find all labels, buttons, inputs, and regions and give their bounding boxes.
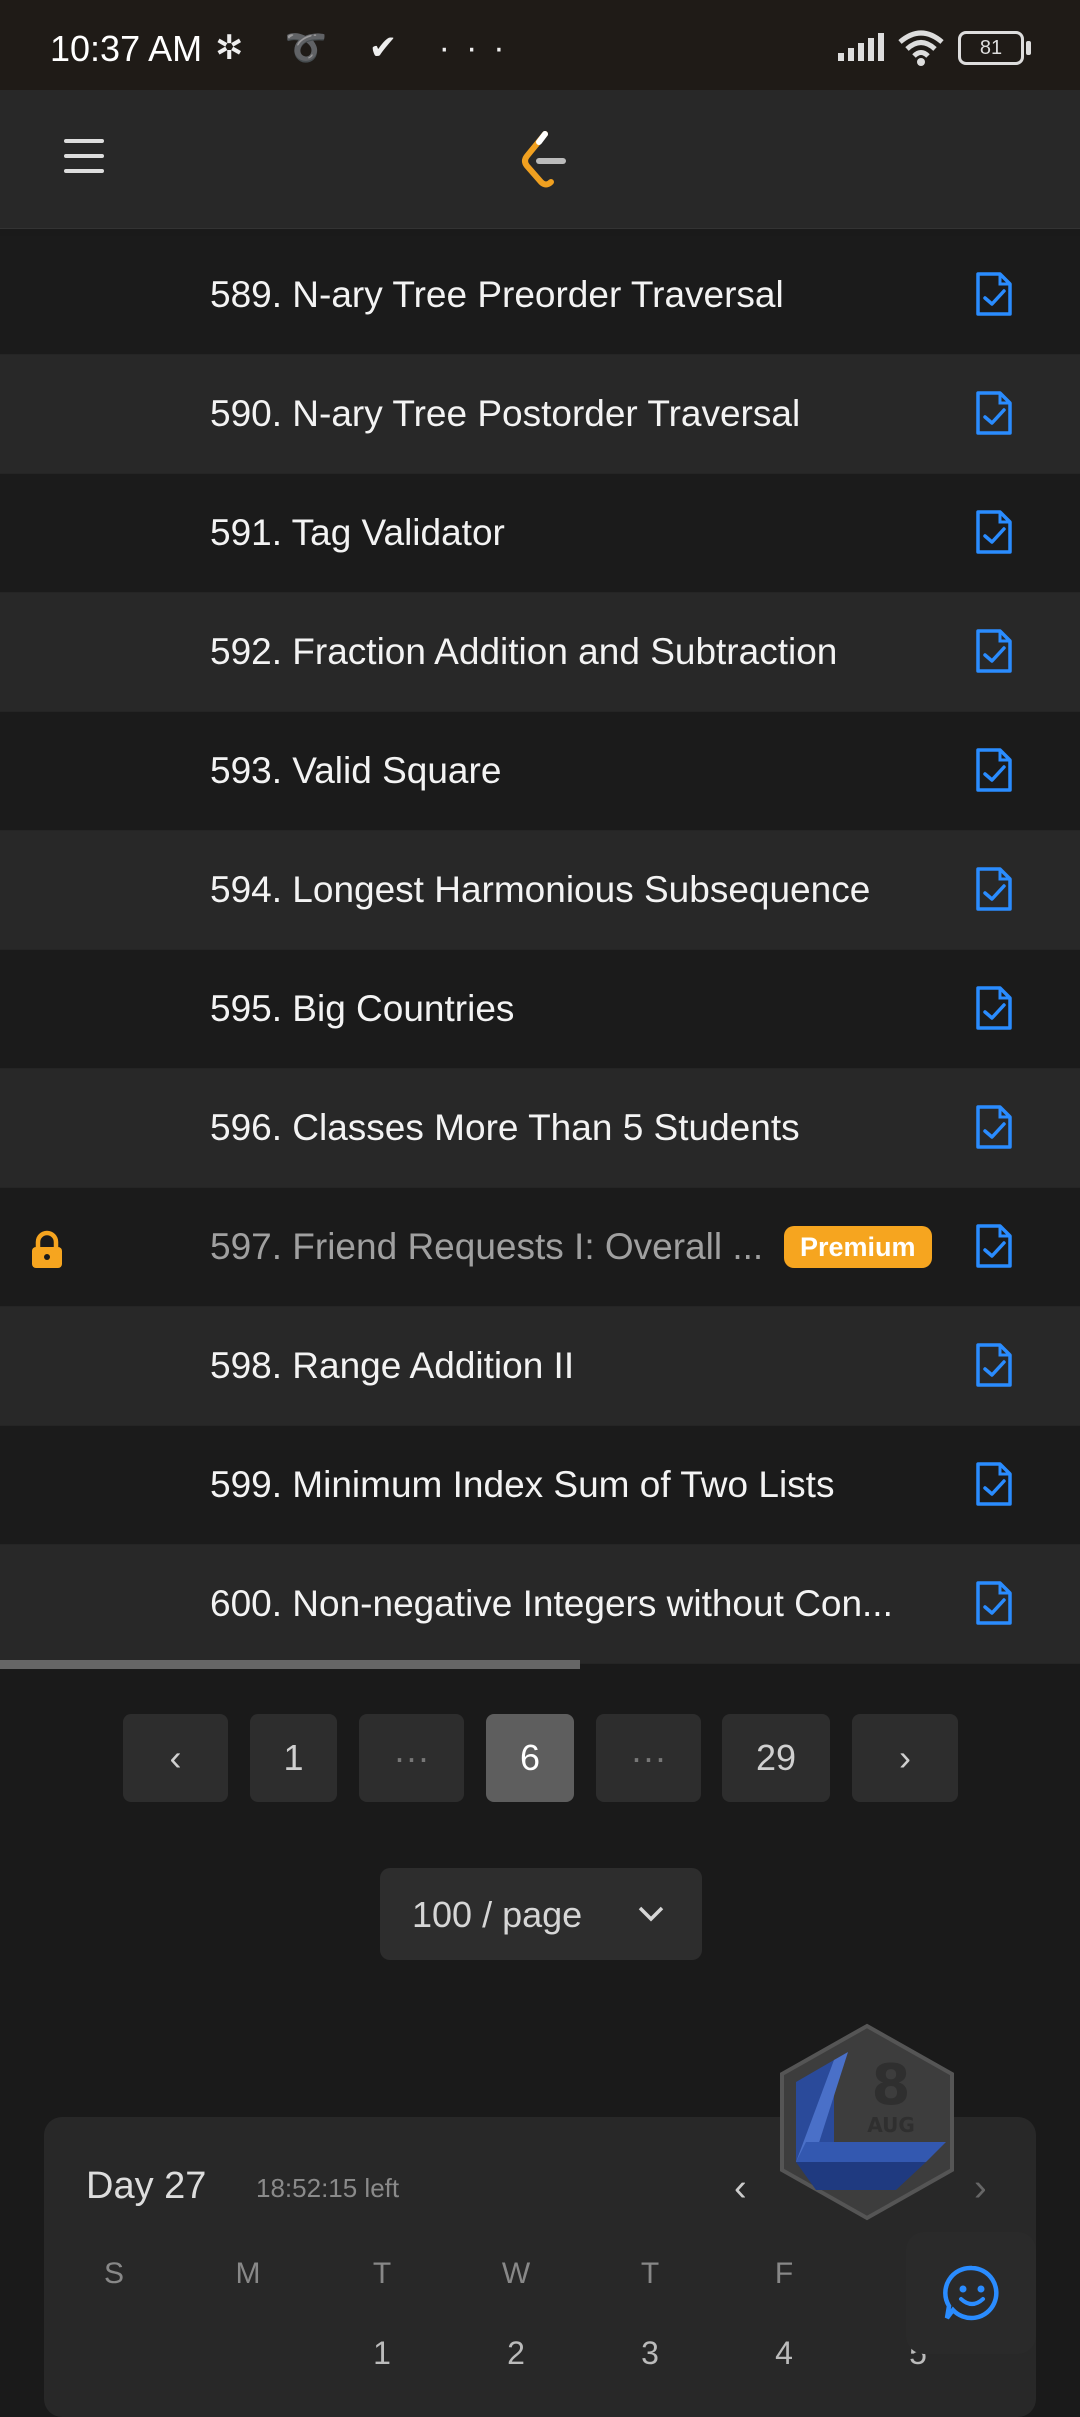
solution-document-icon[interactable] [974, 746, 1014, 794]
calendar-date[interactable]: 3 [620, 2335, 680, 2372]
problem-title[interactable]: 597. Friend Requests I: Overall ... [210, 1226, 763, 1268]
status-right: 81 [836, 30, 1031, 66]
solution-document-icon[interactable] [974, 508, 1014, 556]
problem-row[interactable]: 595. Big Countries [0, 950, 1080, 1069]
problem-row[interactable]: 598. Range Addition II [0, 1307, 1080, 1426]
page-size-label: 100 / page [412, 1894, 583, 1935]
problem-row[interactable]: 589. N-ary Tree Preorder Traversal [0, 236, 1080, 355]
problem-row[interactable]: 597. Friend Requests I: Overall ... Premi… [0, 1188, 1080, 1307]
solution-document-icon[interactable] [974, 865, 1014, 913]
status-time: 10:37 AM [50, 28, 203, 69]
battery-icon: 81 [958, 31, 1031, 65]
solution-document-icon[interactable] [974, 1460, 1014, 1508]
monthly-medal-icon[interactable]: 8 AUG [776, 2022, 958, 2222]
calendar-weekday: M [235, 2257, 261, 2290]
problem-title[interactable]: 589. N-ary Tree Preorder Traversal [210, 274, 784, 316]
problem-row[interactable]: 594. Longest Harmonious Subsequence [0, 831, 1080, 950]
problem-title[interactable]: 596. Classes More Than 5 Students [210, 1107, 800, 1149]
problem-title[interactable]: 599. Minimum Index Sum of Two Lists [210, 1464, 834, 1506]
wifi-icon [898, 30, 944, 66]
calendar-weekday: W [501, 2257, 531, 2290]
problem-title[interactable]: 600. Non-negative Integers without Con..… [210, 1583, 893, 1625]
solution-document-icon[interactable] [974, 1222, 1014, 1270]
calendar-weekday: S [103, 2257, 124, 2290]
last-page-button[interactable]: 29 [722, 1714, 830, 1802]
solution-document-icon[interactable] [974, 1579, 1014, 1627]
feedback-chat-button[interactable] [906, 2232, 1036, 2354]
chat-smile-icon [943, 2265, 999, 2321]
solution-document-icon[interactable] [974, 270, 1014, 318]
pagination: ‹ 1 ··· 6 ··· 29 › [0, 1714, 1080, 1802]
menu-icon[interactable] [64, 139, 104, 175]
medal-month: AUG [867, 2113, 915, 2137]
calendar-weekday: T [372, 2257, 392, 2290]
calendar-date[interactable]: 2 [486, 2335, 546, 2372]
next-page-button[interactable]: › [852, 1714, 958, 1802]
calendar-date[interactable]: 4 [754, 2335, 814, 2372]
calendar-weekday: F [774, 2257, 794, 2290]
solution-document-icon[interactable] [974, 1103, 1014, 1151]
premium-badge: Premium [784, 1226, 932, 1268]
problem-title[interactable]: 591. Tag Validator [210, 512, 505, 554]
solution-document-icon[interactable] [974, 1341, 1014, 1389]
chevron-down-icon [638, 1906, 664, 1922]
prev-page-button[interactable]: ‹ [123, 1714, 228, 1802]
problem-title[interactable]: 593. Valid Square [210, 750, 501, 792]
app-header [0, 90, 1080, 229]
lock-icon [32, 1230, 62, 1268]
pagination-ellipsis-right[interactable]: ··· [596, 1714, 701, 1802]
notification-icons: ✲ ➰ ✔ ··· [215, 29, 521, 67]
problem-row[interactable]: 592. Fraction Addition and Subtraction [0, 593, 1080, 712]
page-size-select[interactable]: 100 / page [380, 1868, 702, 1960]
problem-row[interactable]: 593. Valid Square [0, 712, 1080, 831]
status-bar: 10:37 AM ✲ ➰ ✔ ··· 81 [0, 0, 1080, 90]
calendar-next-button[interactable]: › [974, 2167, 987, 2210]
problem-row[interactable]: 591. Tag Validator [0, 474, 1080, 593]
problem-row[interactable]: 596. Classes More Than 5 Students [0, 1069, 1080, 1188]
solution-document-icon[interactable] [974, 389, 1014, 437]
problem-title[interactable]: 590. N-ary Tree Postorder Traversal [210, 393, 800, 435]
problem-title[interactable]: 594. Longest Harmonious Subsequence [210, 869, 870, 911]
solution-document-icon[interactable] [974, 627, 1014, 675]
signal-icon [838, 33, 884, 61]
page-1-button[interactable]: 1 [250, 1714, 337, 1802]
problem-row[interactable]: 599. Minimum Index Sum of Two Lists [0, 1426, 1080, 1545]
calendar-time-left: 18:52:15 left [256, 2173, 400, 2203]
calendar-prev-button[interactable]: ‹ [734, 2167, 747, 2210]
calendar-date[interactable]: 1 [352, 2335, 412, 2372]
problem-title[interactable]: 598. Range Addition II [210, 1345, 574, 1387]
calendar-weekday: T [640, 2257, 660, 2290]
current-page-button[interactable]: 6 [486, 1714, 574, 1802]
problem-list: 589. N-ary Tree Preorder Traversal 590. N… [0, 236, 1080, 1664]
medal-number: 8 [872, 2053, 911, 2118]
problem-title[interactable]: 592. Fraction Addition and Subtraction [210, 631, 837, 673]
problem-row[interactable]: 590. N-ary Tree Postorder Traversal [0, 355, 1080, 474]
problem-title[interactable]: 595. Big Countries [210, 988, 514, 1030]
calendar-day-label: Day 27 [86, 2165, 207, 2207]
solution-document-icon[interactable] [974, 984, 1014, 1032]
horizontal-scrollbar[interactable] [0, 1660, 580, 1669]
problem-row[interactable]: 600. Non-negative Integers without Con..… [0, 1545, 1080, 1664]
pagination-ellipsis-left[interactable]: ··· [359, 1714, 464, 1802]
leetcode-logo-icon[interactable] [515, 128, 575, 192]
